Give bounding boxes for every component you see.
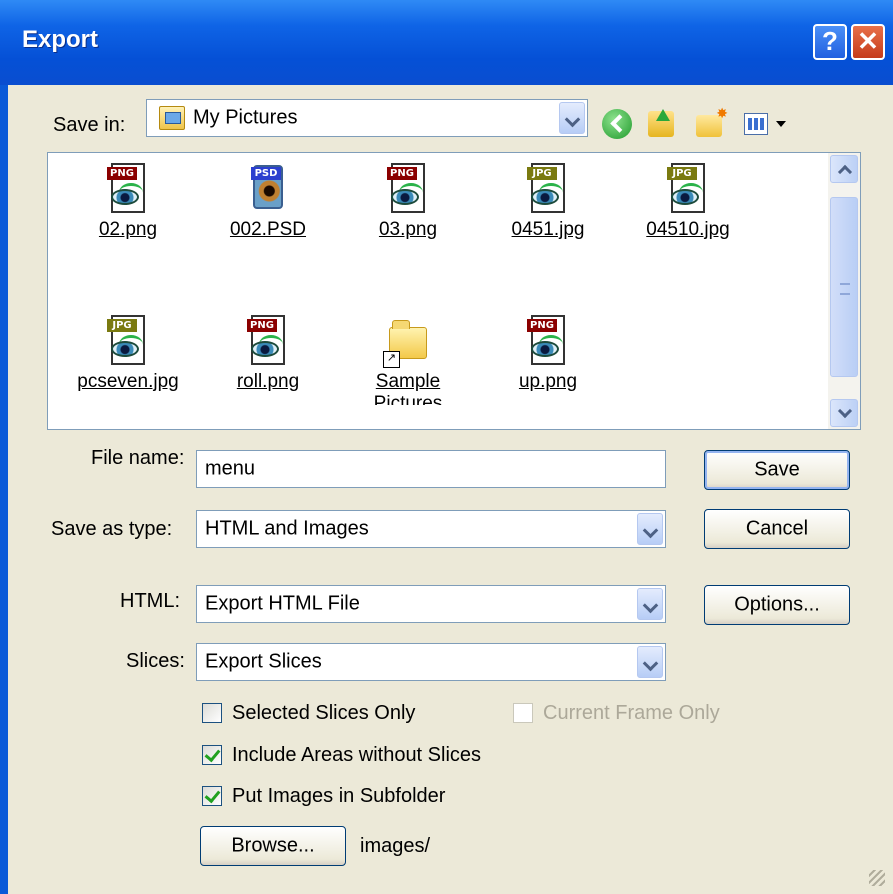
title-bar[interactable]: Export ? ✕ — [0, 0, 893, 85]
scroll-thumb[interactable] — [830, 197, 858, 377]
back-icon[interactable] — [602, 109, 632, 139]
file-name: roll.png — [236, 371, 300, 392]
chevron-down-icon[interactable] — [637, 588, 663, 620]
options-button[interactable]: Options... — [704, 585, 850, 625]
slices-value: Export Slices — [205, 650, 322, 673]
list-item[interactable]: JPG 04510.jpg — [623, 163, 753, 241]
export-dialog: Export ? ✕ Save in: My Pictures PNG 02.p… — [0, 0, 893, 894]
help-icon: ? — [822, 26, 838, 56]
file-name-field[interactable]: menu — [196, 450, 666, 488]
list-item[interactable]: PNG 02.png — [63, 163, 193, 241]
file-name-label: File name: — [91, 447, 185, 469]
resize-grip-icon[interactable] — [869, 870, 885, 886]
png-file-icon: PNG — [107, 163, 149, 215]
chevron-down-icon[interactable] — [637, 646, 663, 678]
file-name: 03.png — [378, 219, 438, 240]
include-areas-label: Include Areas without Slices — [232, 744, 482, 766]
html-value: Export HTML File — [205, 592, 360, 615]
current-frame-only-checkbox[interactable] — [513, 703, 533, 723]
create-new-folder-icon[interactable] — [696, 105, 728, 137]
help-button[interactable]: ? — [813, 24, 847, 60]
file-name-value: menu — [205, 457, 256, 480]
file-list[interactable]: PNG 02.png PSD 002.PSD PNG 03.png JPG 04… — [47, 152, 861, 430]
slices-label: Slices: — [126, 650, 185, 672]
views-dropdown-arrow-icon[interactable] — [776, 121, 786, 127]
my-pictures-folder-icon — [159, 106, 185, 130]
jpg-file-icon: JPG — [667, 163, 709, 215]
png-file-icon: PNG — [527, 315, 569, 367]
html-label: HTML: — [120, 590, 180, 612]
png-file-icon: PNG — [247, 315, 289, 367]
chevron-down-icon[interactable] — [559, 102, 585, 134]
file-name: pcseven.jpg — [77, 371, 179, 392]
file-name: 002.PSD — [229, 219, 307, 240]
save-as-type-dropdown[interactable]: HTML and Images — [196, 510, 666, 548]
file-name: up.png — [518, 371, 578, 392]
subfolder-path: images/ — [360, 835, 431, 857]
vertical-scrollbar[interactable] — [828, 153, 860, 429]
scroll-down-icon[interactable] — [830, 399, 858, 427]
chevron-down-icon[interactable] — [637, 513, 663, 545]
save-in-label: Save in: — [53, 114, 126, 136]
put-images-subfolder-label: Put Images in Subfolder — [232, 785, 446, 807]
file-name: 0451.jpg — [511, 219, 585, 240]
list-item[interactable]: PNG 03.png — [343, 163, 473, 241]
cancel-button[interactable]: Cancel — [704, 509, 850, 549]
close-icon: ✕ — [857, 26, 879, 56]
save-as-type-label: Save as type: — [51, 518, 173, 540]
save-in-dropdown[interactable]: My Pictures — [146, 99, 588, 137]
list-item[interactable]: PSD 002.PSD — [203, 163, 333, 241]
dialog-body: Save in: My Pictures PNG 02.png PSD 002.… — [8, 85, 893, 894]
file-name: 02.png — [98, 219, 158, 240]
include-areas-checkbox[interactable] — [202, 745, 222, 765]
jpg-file-icon: JPG — [107, 315, 149, 367]
save-as-type-value: HTML and Images — [205, 517, 369, 540]
save-in-value: My Pictures — [193, 106, 298, 129]
slices-dropdown[interactable]: Export Slices — [196, 643, 666, 681]
up-one-level-icon[interactable] — [648, 109, 674, 137]
browse-button[interactable]: Browse... — [200, 826, 346, 866]
selected-slices-only-label: Selected Slices Only — [232, 702, 416, 724]
html-dropdown[interactable]: Export HTML File — [196, 585, 666, 623]
selected-slices-only-checkbox[interactable] — [202, 703, 222, 723]
list-item[interactable]: PNG roll.png — [203, 315, 333, 393]
png-file-icon: PNG — [387, 163, 429, 215]
folder-shortcut-icon: ↗ — [383, 315, 429, 368]
current-frame-only-label: Current Frame Only — [543, 702, 720, 724]
file-name: 04510.jpg — [646, 219, 730, 240]
save-button[interactable]: Save — [704, 450, 850, 490]
list-item[interactable]: JPG 0451.jpg — [483, 163, 613, 241]
list-item[interactable]: JPG pcseven.jpg — [63, 315, 193, 393]
list-item[interactable]: PNG up.png — [483, 315, 613, 393]
window-title: Export — [22, 26, 99, 53]
scroll-up-icon[interactable] — [830, 155, 858, 183]
jpg-file-icon: JPG — [527, 163, 569, 215]
views-menu-icon[interactable] — [744, 113, 768, 135]
close-button[interactable]: ✕ — [851, 24, 885, 60]
psd-file-icon: PSD — [247, 163, 289, 215]
list-item[interactable]: ↗ Sample Pictures — [343, 315, 473, 405]
put-images-subfolder-checkbox[interactable] — [202, 786, 222, 806]
file-name: Sample Pictures — [373, 371, 443, 405]
